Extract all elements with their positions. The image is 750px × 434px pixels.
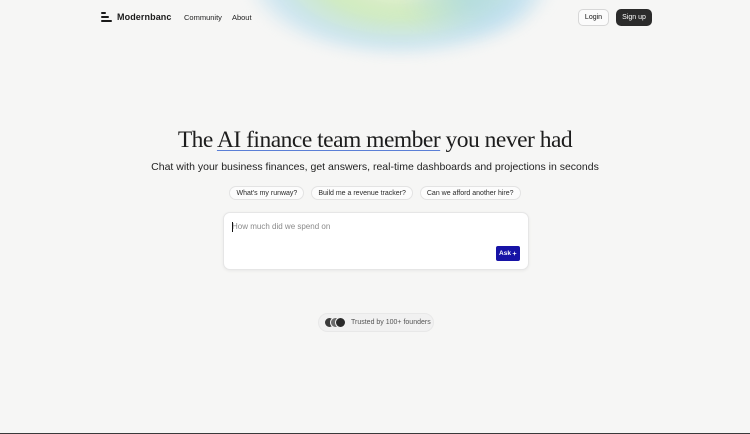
ask-box: Ask <box>223 212 529 270</box>
ask-input[interactable] <box>232 222 492 231</box>
text-caret <box>232 222 233 232</box>
stacked-bars-logo-icon <box>101 12 112 22</box>
hero-title: The AI finance team member you never had <box>0 127 750 154</box>
hero-subtitle: Chat with your business finances, get an… <box>151 161 599 173</box>
suggestion-chip-hire[interactable]: Can we afford another hire? <box>419 186 521 200</box>
avatar <box>335 317 346 328</box>
nav-item-about[interactable]: About <box>232 13 252 22</box>
top-nav-bar: Modernbanc Community About Login Sign up <box>0 0 750 36</box>
brand-logo-link[interactable]: Modernbanc <box>101 12 172 22</box>
suggestion-chip-runway[interactable]: What's my runway? <box>229 186 305 200</box>
signup-button[interactable]: Sign up <box>616 9 652 26</box>
main-nav: Community About <box>184 13 252 22</box>
social-proof-badge: Trusted by 100+ founders <box>318 313 434 332</box>
sparkle-icon <box>511 251 517 256</box>
suggestion-chips: What's my runway? Build me a revenue tra… <box>0 186 750 200</box>
social-proof-text: Trusted by 100+ founders <box>351 319 431 326</box>
ask-button-label: Ask <box>499 250 511 257</box>
login-button[interactable]: Login <box>578 9 609 26</box>
founder-avatars <box>324 317 346 328</box>
brand-name: Modernbanc <box>117 12 172 22</box>
hero-title-part-1: The <box>177 127 217 153</box>
hero-title-highlight: AI finance team member <box>216 127 441 153</box>
ask-button[interactable]: Ask <box>496 246 520 261</box>
suggestion-chip-revenue-tracker[interactable]: Build me a revenue tracker? <box>311 186 413 200</box>
hero-title-part-2: you never had <box>440 127 573 153</box>
nav-item-community[interactable]: Community <box>184 13 222 22</box>
